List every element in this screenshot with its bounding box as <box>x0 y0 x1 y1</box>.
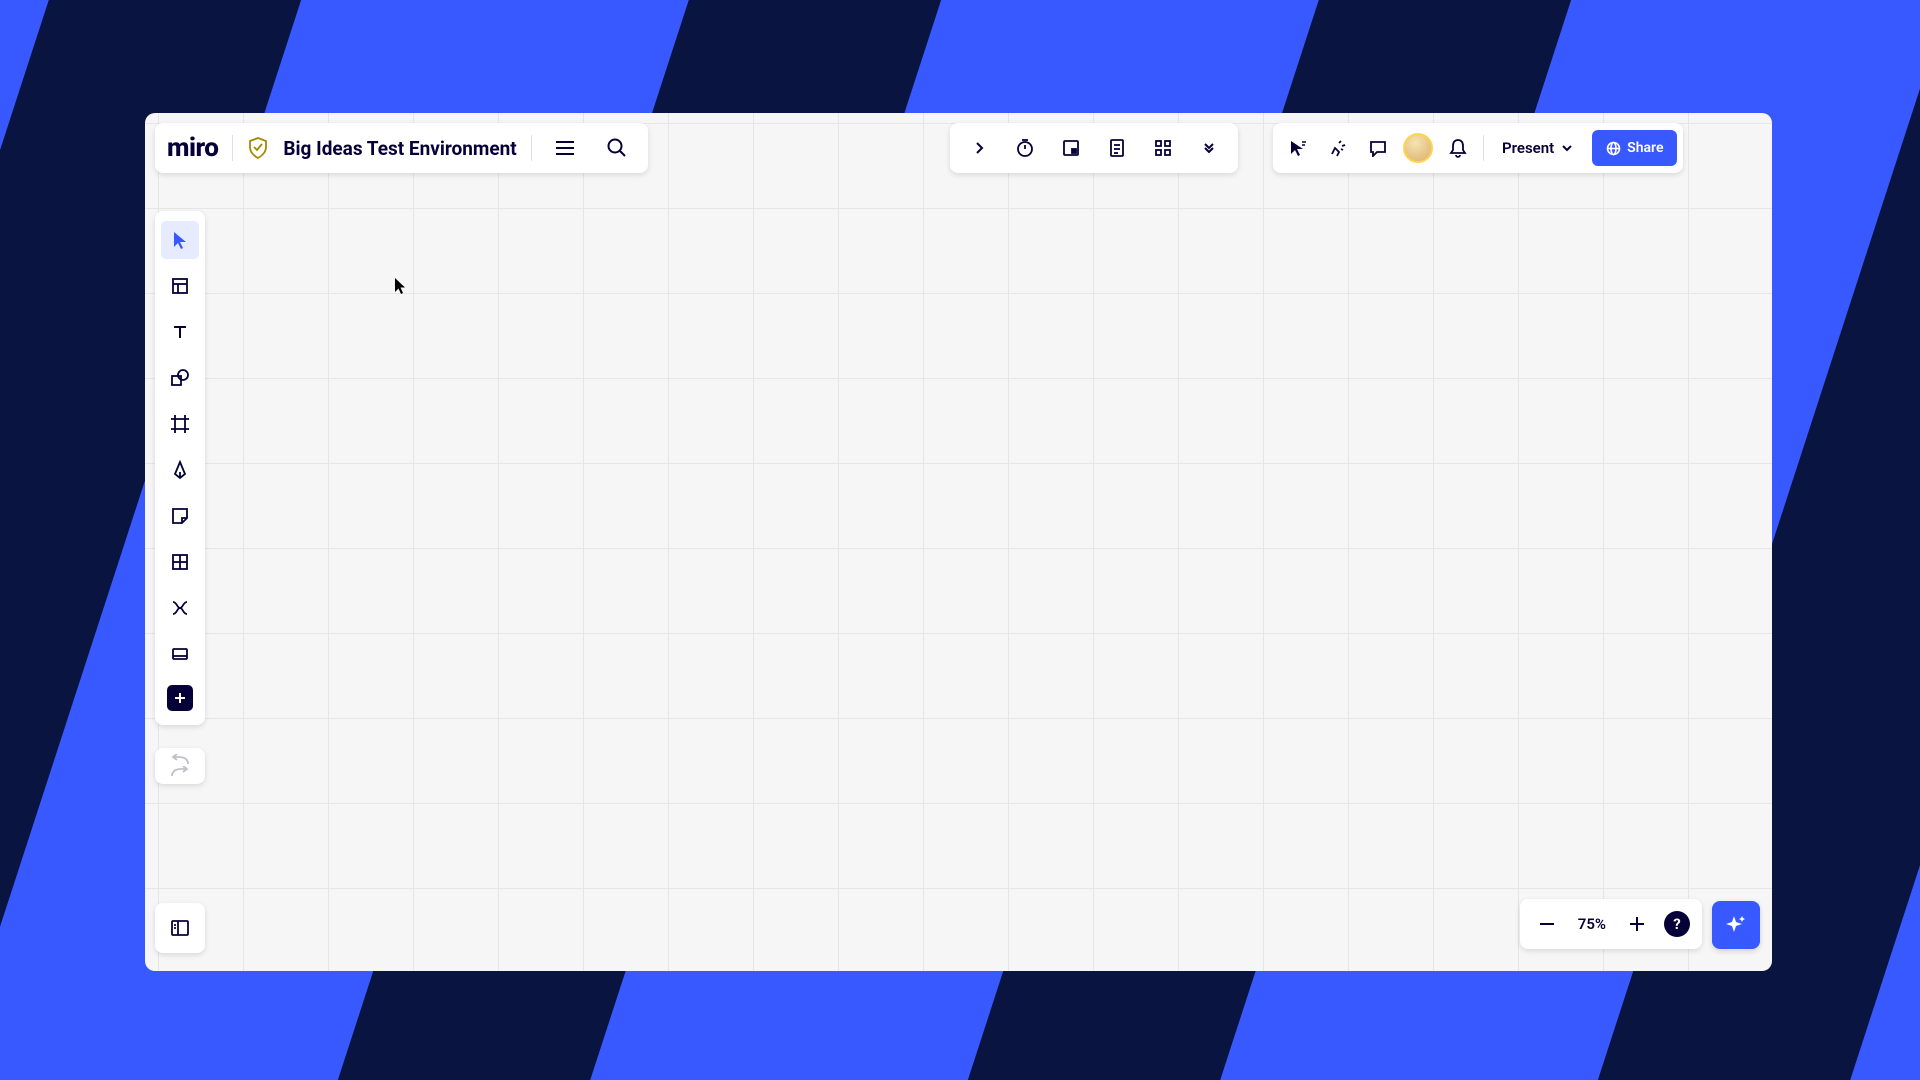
app-window: miro Big Ideas Test Environment <box>145 113 1772 971</box>
divider <box>1483 135 1484 161</box>
expand-icon[interactable] <box>956 129 1002 167</box>
tool-frame[interactable] <box>161 405 199 443</box>
chevron-down-icon <box>1562 145 1572 152</box>
timer-icon[interactable] <box>1002 129 1048 167</box>
share-button[interactable]: Share <box>1592 130 1677 166</box>
tool-shapes[interactable] <box>161 359 199 397</box>
zoom-out-button[interactable] <box>1528 905 1566 943</box>
zoom-in-button[interactable] <box>1618 905 1656 943</box>
undo-button[interactable] <box>170 754 190 766</box>
canvas[interactable] <box>145 113 1772 971</box>
tool-add[interactable] <box>167 685 193 711</box>
cursor-tracking-icon[interactable] <box>1279 129 1317 167</box>
menu-icon[interactable] <box>546 129 584 167</box>
divider <box>232 135 233 161</box>
cursor-indicator <box>395 278 407 294</box>
center-toolbar <box>950 123 1238 173</box>
title-bar: miro Big Ideas Test Environment <box>155 123 648 173</box>
divider <box>531 135 532 161</box>
note-icon[interactable] <box>1048 129 1094 167</box>
help-button[interactable]: ? <box>1664 911 1690 937</box>
tool-pen[interactable] <box>161 451 199 489</box>
ai-assist-button[interactable] <box>1712 901 1760 949</box>
logo[interactable]: miro <box>167 133 218 163</box>
redo-button[interactable] <box>170 766 190 778</box>
share-label: Share <box>1627 140 1663 156</box>
sparkle-icon <box>1724 913 1748 937</box>
chevron-down-icon[interactable] <box>1186 129 1232 167</box>
tool-select[interactable] <box>161 221 199 259</box>
panel-toggle[interactable] <box>155 903 205 953</box>
tool-text[interactable] <box>161 313 199 351</box>
tool-sticky[interactable] <box>161 497 199 535</box>
user-avatar[interactable] <box>1399 129 1437 167</box>
tool-rail <box>155 211 205 725</box>
search-icon[interactable] <box>598 129 636 167</box>
zoom-level[interactable]: 75% <box>1570 915 1614 933</box>
present-label: Present <box>1502 139 1554 157</box>
notifications-icon[interactable] <box>1439 129 1477 167</box>
tool-card[interactable] <box>161 635 199 673</box>
zoom-bar: 75% ? <box>1520 899 1702 949</box>
document-icon[interactable] <box>1094 129 1140 167</box>
tool-table[interactable] <box>161 543 199 581</box>
apps-icon[interactable] <box>1140 129 1186 167</box>
undo-redo-panel <box>155 748 205 784</box>
collab-toolbar: Present Share <box>1273 123 1683 173</box>
board-title[interactable]: Big Ideas Test Environment <box>283 137 516 160</box>
globe-icon <box>1606 141 1621 156</box>
reactions-icon[interactable] <box>1319 129 1357 167</box>
shield-icon[interactable] <box>247 137 269 159</box>
present-button[interactable]: Present <box>1490 129 1584 167</box>
comments-icon[interactable] <box>1359 129 1397 167</box>
tool-templates[interactable] <box>161 267 199 305</box>
tool-mindmap[interactable] <box>161 589 199 627</box>
